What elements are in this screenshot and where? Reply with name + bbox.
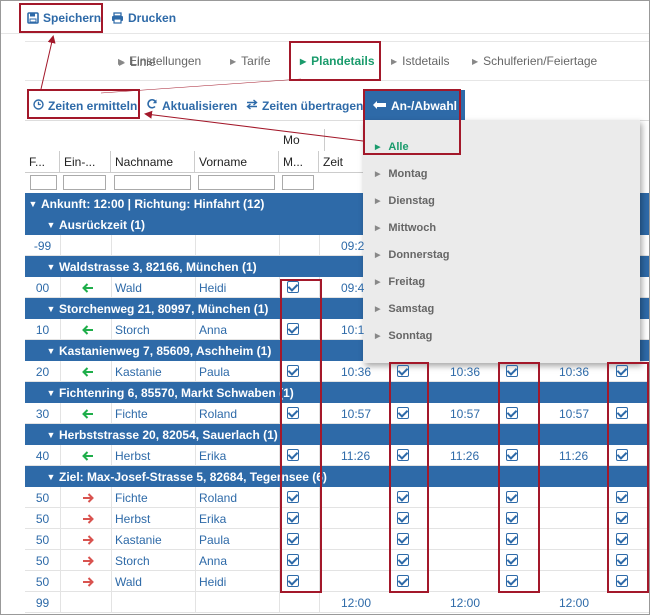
day-checkbox[interactable] (397, 407, 409, 419)
day-checkbox[interactable] (506, 512, 518, 524)
time-cell: 09:2 (341, 238, 365, 253)
day-checkbox[interactable] (287, 407, 299, 419)
day-checkbox[interactable] (506, 407, 518, 419)
time-cell: 10:57 (341, 406, 372, 421)
day-checkbox[interactable] (616, 365, 628, 377)
day-checkbox[interactable] (506, 449, 518, 461)
time-cell: 12:00 (450, 595, 481, 610)
day-checkbox[interactable] (616, 449, 628, 461)
day-checkbox[interactable] (616, 512, 628, 524)
day-checkbox[interactable] (287, 365, 299, 377)
day-checkbox[interactable] (397, 533, 409, 545)
day-checkbox[interactable] (397, 365, 409, 377)
day-checkbox[interactable] (506, 575, 518, 587)
time-cell: 11:26 (559, 448, 589, 463)
time-cell: 12:00 (559, 595, 590, 610)
day-checkbox[interactable] (397, 554, 409, 566)
annotation-arrows (40, 35, 364, 142)
day-checkbox[interactable] (616, 554, 628, 566)
day-checkbox[interactable] (287, 281, 299, 293)
day-checkbox[interactable] (397, 491, 409, 503)
day-checkbox[interactable] (287, 575, 299, 587)
day-checkbox[interactable] (397, 449, 409, 461)
day-checkbox[interactable] (616, 491, 628, 503)
day-checkbox[interactable] (287, 491, 299, 503)
time-cell: 09:4 (341, 280, 365, 295)
time-cell: 10:57 (450, 406, 481, 421)
day-checkbox[interactable] (397, 575, 409, 587)
app-window: Speichern Drucken ▶ Linie ▶ Einstellungen … (0, 0, 650, 615)
day-checkbox[interactable] (616, 533, 628, 545)
day-checkbox[interactable] (397, 512, 409, 524)
day-checkbox[interactable] (287, 449, 299, 461)
day-checkbox[interactable] (287, 512, 299, 524)
time-cell: 10:1 (341, 322, 365, 337)
time-cell: 12:00 (341, 595, 372, 610)
day-checkbox[interactable] (616, 575, 628, 587)
day-checkbox[interactable] (287, 323, 299, 335)
day-checkbox[interactable] (506, 365, 518, 377)
time-cell: 10:36 (341, 364, 372, 379)
day-checkbox[interactable] (287, 533, 299, 545)
day-checkbox[interactable] (616, 407, 628, 419)
time-cell: 11:26 (341, 448, 371, 463)
day-checkbox[interactable] (506, 491, 518, 503)
day-checkbox[interactable] (506, 554, 518, 566)
day-checkbox[interactable] (287, 554, 299, 566)
time-cell: 10:36 (450, 364, 481, 379)
time-cell: 10:36 (559, 364, 590, 379)
time-cell: 11:26 (450, 448, 480, 463)
time-cell: 10:57 (559, 406, 590, 421)
day-checkbox[interactable] (506, 533, 518, 545)
